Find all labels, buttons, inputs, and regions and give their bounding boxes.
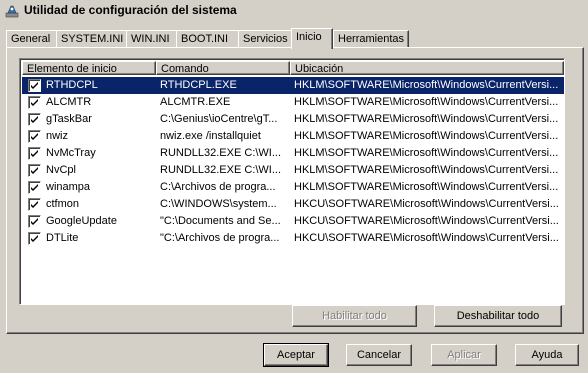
- cell-location: HKLM\SOFTWARE\Microsoft\Windows\CurrentV…: [294, 96, 559, 108]
- enable-checkbox[interactable]: [28, 181, 41, 194]
- startup-tab-panel: Elemento de inicio Comando Ubicación RTH…: [6, 47, 584, 334]
- table-row[interactable]: gTaskBar C:\Genius\ioCentre\gT... HKLM\SOF…: [22, 111, 564, 128]
- tab-win-ini[interactable]: WIN.INI: [126, 30, 178, 48]
- cell-startup-item: RTHDCPL: [44, 77, 156, 94]
- cell-location: HKCU\SOFTWARE\Microsoft\Windows\CurrentV…: [294, 232, 559, 244]
- cell-command: RTHDCPL.EXE: [160, 77, 288, 94]
- tab-inicio[interactable]: Inicio: [291, 28, 333, 49]
- ok-button[interactable]: Aceptar: [263, 343, 329, 367]
- table-row[interactable]: winampa C:\Archivos de progra... HKLM\SOFT…: [22, 179, 564, 196]
- enable-checkbox[interactable]: [28, 164, 41, 177]
- disable-all-button[interactable]: Deshabilitar todo: [434, 305, 562, 327]
- cell-command: ALCMTR.EXE: [160, 96, 231, 108]
- cell-startup-item: ctfmon: [46, 198, 80, 210]
- cell-location: HKLM\SOFTWARE\Microsoft\Windows\CurrentV…: [294, 147, 559, 159]
- table-row[interactable]: DTLite "C:\Archivos de progra... HKCU\SOFT…: [22, 230, 564, 247]
- cell-location: HKCU\SOFTWARE\Microsoft\Windows\CurrentV…: [294, 198, 559, 210]
- column-header-startup-item[interactable]: Elemento de inicio: [22, 61, 156, 75]
- cell-startup-item: NvMcTray: [46, 147, 96, 159]
- list-header: Elemento de inicio Comando Ubicación: [22, 61, 564, 76]
- enable-checkbox[interactable]: [28, 198, 41, 211]
- system-config-window: Utilidad de configuración del sistema Ge…: [0, 0, 588, 373]
- cell-startup-item: ALCMTR: [46, 96, 92, 108]
- title-bar[interactable]: Utilidad de configuración del sistema: [0, 0, 588, 22]
- cell-startup-item: DTLite: [46, 232, 79, 244]
- enable-checkbox[interactable]: [28, 215, 41, 228]
- help-button[interactable]: Ayuda: [515, 344, 579, 366]
- cell-command: nwiz.exe /installquiet: [160, 130, 261, 142]
- tab-servicios[interactable]: Servicios: [238, 30, 296, 48]
- column-header-location[interactable]: Ubicación: [290, 61, 564, 75]
- tab-general[interactable]: General: [6, 30, 58, 48]
- table-row[interactable]: ALCMTR ALCMTR.EXE HKLM\SOFTWARE\Microsoft\…: [22, 94, 564, 111]
- enable-checkbox[interactable]: [28, 130, 41, 143]
- cell-command: "C:\Archivos de progra...: [160, 232, 280, 244]
- cell-command: "C:\Documents and Se...: [160, 215, 281, 227]
- table-row[interactable]: GoogleUpdate "C:\Documents and Se... HKCU\…: [22, 213, 564, 230]
- startup-list[interactable]: Elemento de inicio Comando Ubicación RTH…: [19, 58, 565, 305]
- cell-command: RUNDLL32.EXE C:\WI...: [160, 164, 282, 176]
- cell-location: HKLM\SOFTWARE\Microsoft\Windows\CurrentV…: [294, 113, 559, 125]
- cell-startup-item: winampa: [46, 181, 91, 193]
- cell-startup-item: NvCpl: [46, 164, 76, 176]
- enable-checkbox[interactable]: [28, 113, 41, 126]
- cell-startup-item: gTaskBar: [46, 113, 92, 125]
- tab-boot-ini[interactable]: BOOT.INI: [176, 30, 240, 48]
- cell-command: RUNDLL32.EXE C:\WI...: [160, 147, 282, 159]
- tab-herramientas[interactable]: Herramientas: [333, 30, 409, 48]
- cell-command: C:\Archivos de progra...: [160, 181, 276, 193]
- table-row[interactable]: nwiz nwiz.exe /installquiet HKLM\SOFTWARE\…: [22, 128, 564, 145]
- window-title: Utilidad de configuración del sistema: [24, 3, 237, 17]
- app-icon: [5, 4, 19, 18]
- cancel-button[interactable]: Cancelar: [346, 344, 412, 366]
- column-header-command[interactable]: Comando: [156, 61, 290, 75]
- cell-location: HKLM\SOFTWARE\Microsoft\Windows\CurrentV…: [294, 164, 559, 176]
- table-row[interactable]: NvMcTray RUNDLL32.EXE C:\WI... HKLM\SOFTWA…: [22, 145, 564, 162]
- cell-location: HKCU\SOFTWARE\Microsoft\Windows\CurrentV…: [294, 215, 559, 227]
- enable-checkbox[interactable]: [28, 96, 41, 109]
- enable-checkbox[interactable]: [28, 79, 41, 92]
- list-body: RTHDCPL RTHDCPL.EXE HKLM\SOFTWARE\Microsof…: [22, 77, 564, 247]
- enable-checkbox[interactable]: [28, 147, 41, 160]
- cell-location: HKLM\SOFTWARE\Microsoft\Windows\CurrentV…: [294, 77, 562, 94]
- cell-command: C:\Genius\ioCentre\gT...: [160, 113, 278, 125]
- cell-startup-item: nwiz: [46, 130, 69, 142]
- apply-button[interactable]: Aplicar: [431, 344, 497, 366]
- cell-location: HKLM\SOFTWARE\Microsoft\Windows\CurrentV…: [294, 130, 559, 142]
- table-row[interactable]: NvCpl RUNDLL32.EXE C:\WI... HKLM\SOFTWARE\…: [22, 162, 564, 179]
- cell-command: C:\WINDOWS\system...: [160, 198, 277, 210]
- table-row[interactable]: RTHDCPL RTHDCPL.EXE HKLM\SOFTWARE\Microsof…: [22, 77, 564, 94]
- enable-all-button[interactable]: Habilitar todo: [292, 305, 417, 327]
- table-row[interactable]: ctfmon C:\WINDOWS\system... HKCU\SOFTWARE\…: [22, 196, 564, 213]
- enable-checkbox[interactable]: [28, 232, 41, 245]
- tab-system-ini[interactable]: SYSTEM.INI: [56, 30, 128, 48]
- cell-startup-item: GoogleUpdate: [46, 215, 117, 227]
- cell-location: HKLM\SOFTWARE\Microsoft\Windows\CurrentV…: [294, 181, 559, 193]
